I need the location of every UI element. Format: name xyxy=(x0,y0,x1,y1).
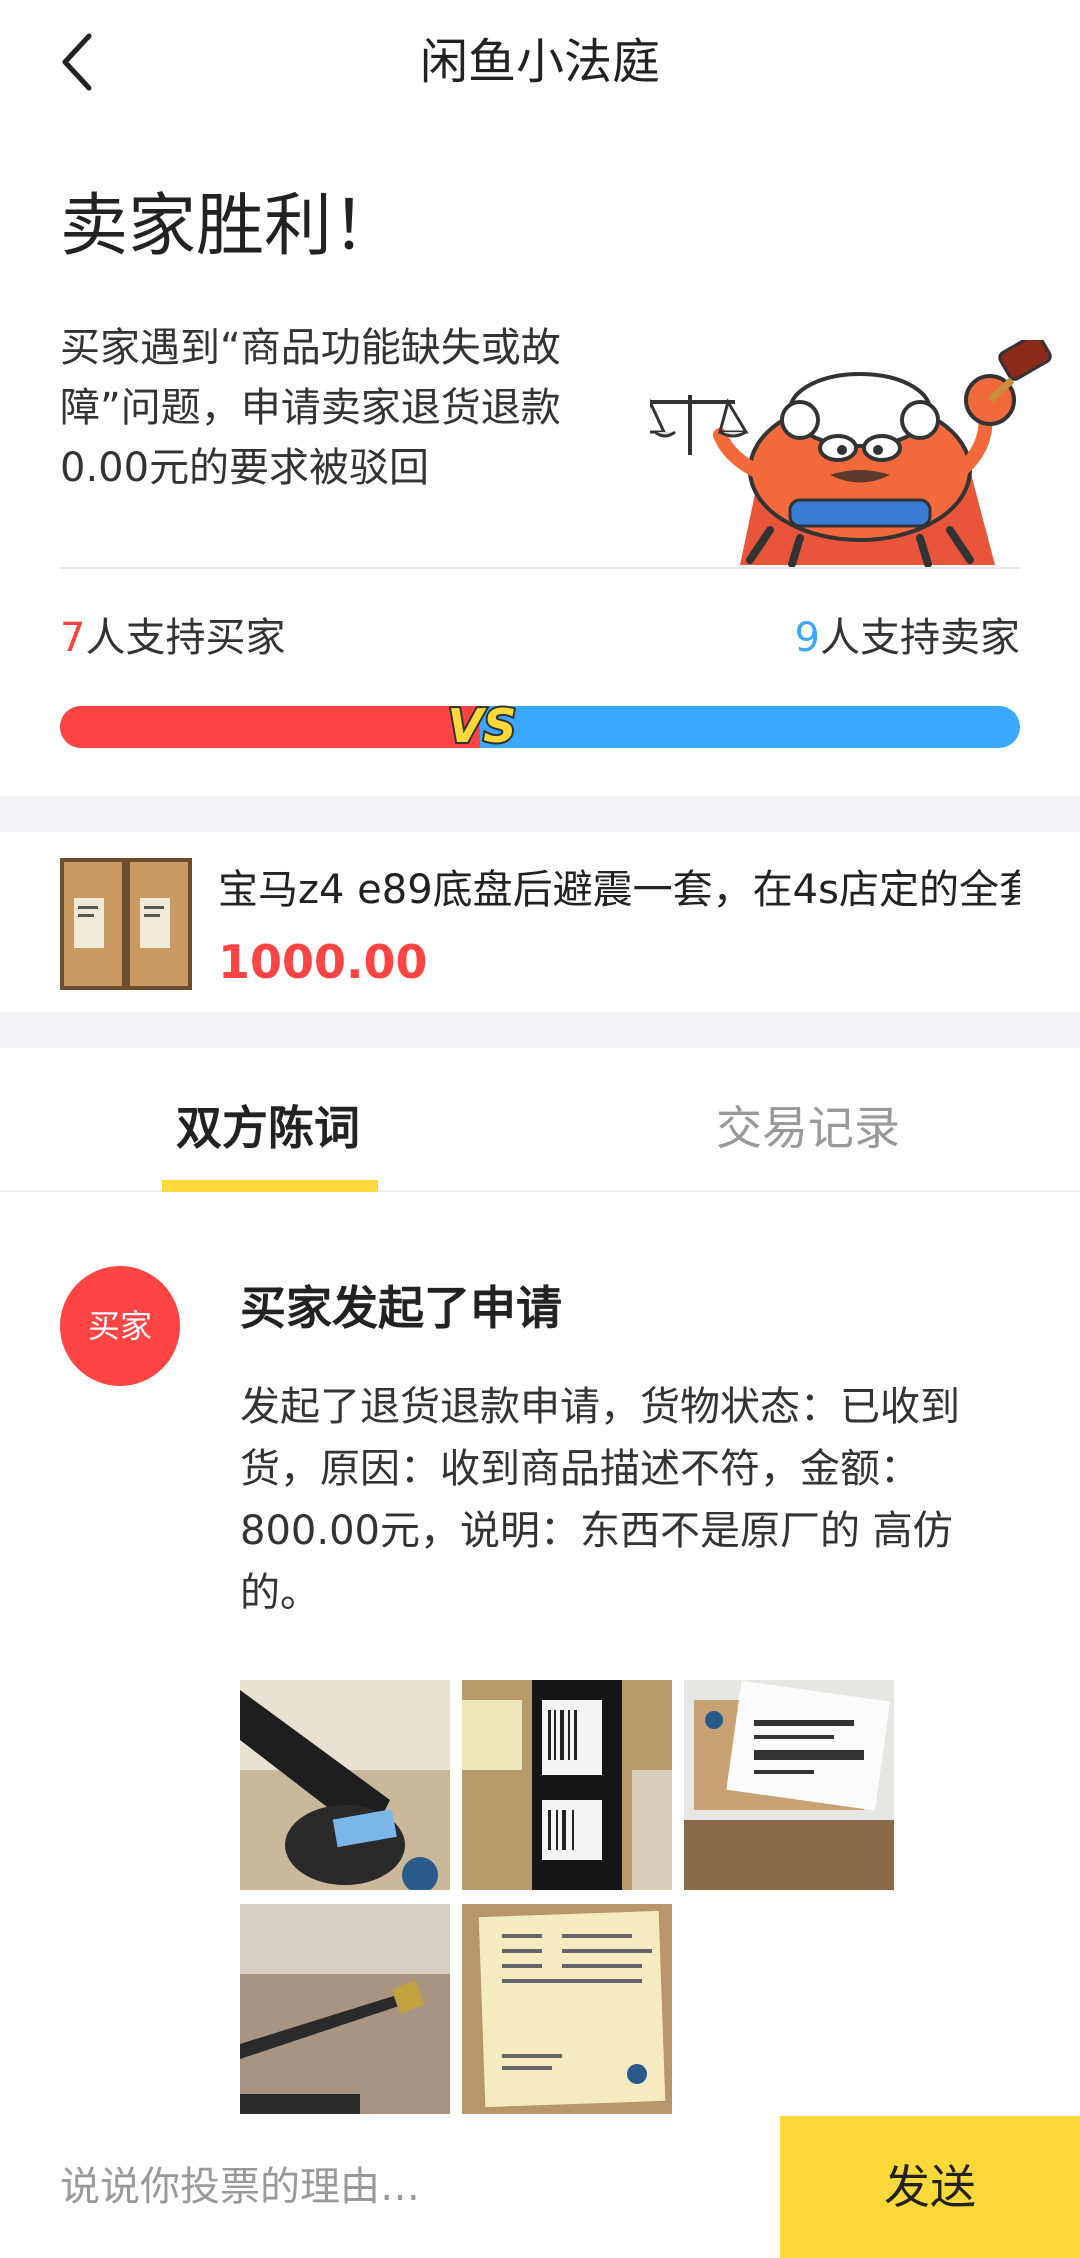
verdict-title: 卖家胜利！ xyxy=(60,187,401,266)
product-price: 1000.00 xyxy=(218,935,428,989)
active-tab-indicator xyxy=(162,1180,378,1192)
vote-ratio-bar xyxy=(60,706,1020,748)
buyer-vote-fill xyxy=(60,706,480,748)
header: 闲鱼小法庭 xyxy=(0,0,1080,124)
page-title: 闲鱼小法庭 xyxy=(419,34,660,90)
product-title: 宝马z4 e89底盘后避震一套，在4s店定的全套 xyxy=(218,867,1020,913)
photo-box-label xyxy=(684,1680,894,1890)
event-title: 买家发起了申请 xyxy=(240,1281,562,1335)
product-card[interactable]: 宝马z4 e89底盘后避震一套，在4s店定的全套 1000.00 xyxy=(0,832,1080,1012)
event-description: 发起了退货退款申请，货物状态：已收到货，原因：收到商品描述不符，金额：800.0… xyxy=(240,1384,960,1616)
send-button[interactable]: 发送 xyxy=(780,2116,1080,2258)
seller-support-label: 人支持卖家 xyxy=(820,615,1020,661)
product-thumbnail xyxy=(60,858,192,990)
vs-badge: VS xyxy=(446,697,519,755)
comment-bar: 发送 xyxy=(0,2116,1080,2258)
svg-text:VS: VS xyxy=(448,699,517,753)
photo-bolt xyxy=(240,1904,450,2114)
tab-statements[interactable]: 双方陈词 xyxy=(176,1096,360,1160)
seller-support-count: 9 xyxy=(794,615,820,661)
evidence-photo[interactable] xyxy=(240,1904,450,2114)
photo-shock-absorber-label xyxy=(240,1680,450,1890)
photo-certificate-card xyxy=(462,1904,672,2114)
photo-barcode-sticker xyxy=(462,1680,672,1890)
buyer-support-count: 7 xyxy=(60,615,86,661)
section-gap xyxy=(0,796,1080,832)
section-gap xyxy=(0,1012,1080,1048)
buyer-support-label: 人支持买家 xyxy=(85,615,286,661)
divider xyxy=(60,567,1020,569)
tab-transaction-record[interactable]: 交易记录 xyxy=(716,1096,900,1160)
buyer-avatar: 买家 xyxy=(60,1266,180,1386)
verdict-description: 买家遇到“商品功能缺失或故障”问题，申请卖家退货退款0.00元的要求被驳回 xyxy=(60,325,561,491)
seller-support: 9人支持卖家 xyxy=(795,608,1020,668)
evidence-photo[interactable] xyxy=(240,1680,450,1890)
evidence-photo[interactable] xyxy=(462,1680,672,1890)
support-counts: 7人支持买家 9人支持卖家 xyxy=(60,608,1020,668)
evidence-photo[interactable] xyxy=(684,1680,894,1890)
buyer-support: 7人支持买家 xyxy=(60,608,285,668)
timeline-event: 买家 买家发起了申请 发起了退货退款申请，货物状态：已收到货，原因：收到商品描述… xyxy=(0,1192,1080,2122)
evidence-photo[interactable] xyxy=(462,1904,672,2114)
crab-judge-illustration xyxy=(650,340,1052,568)
tab-bar: 双方陈词 交易记录 xyxy=(0,1048,1080,1192)
vote-reason-input[interactable] xyxy=(60,2116,760,2258)
